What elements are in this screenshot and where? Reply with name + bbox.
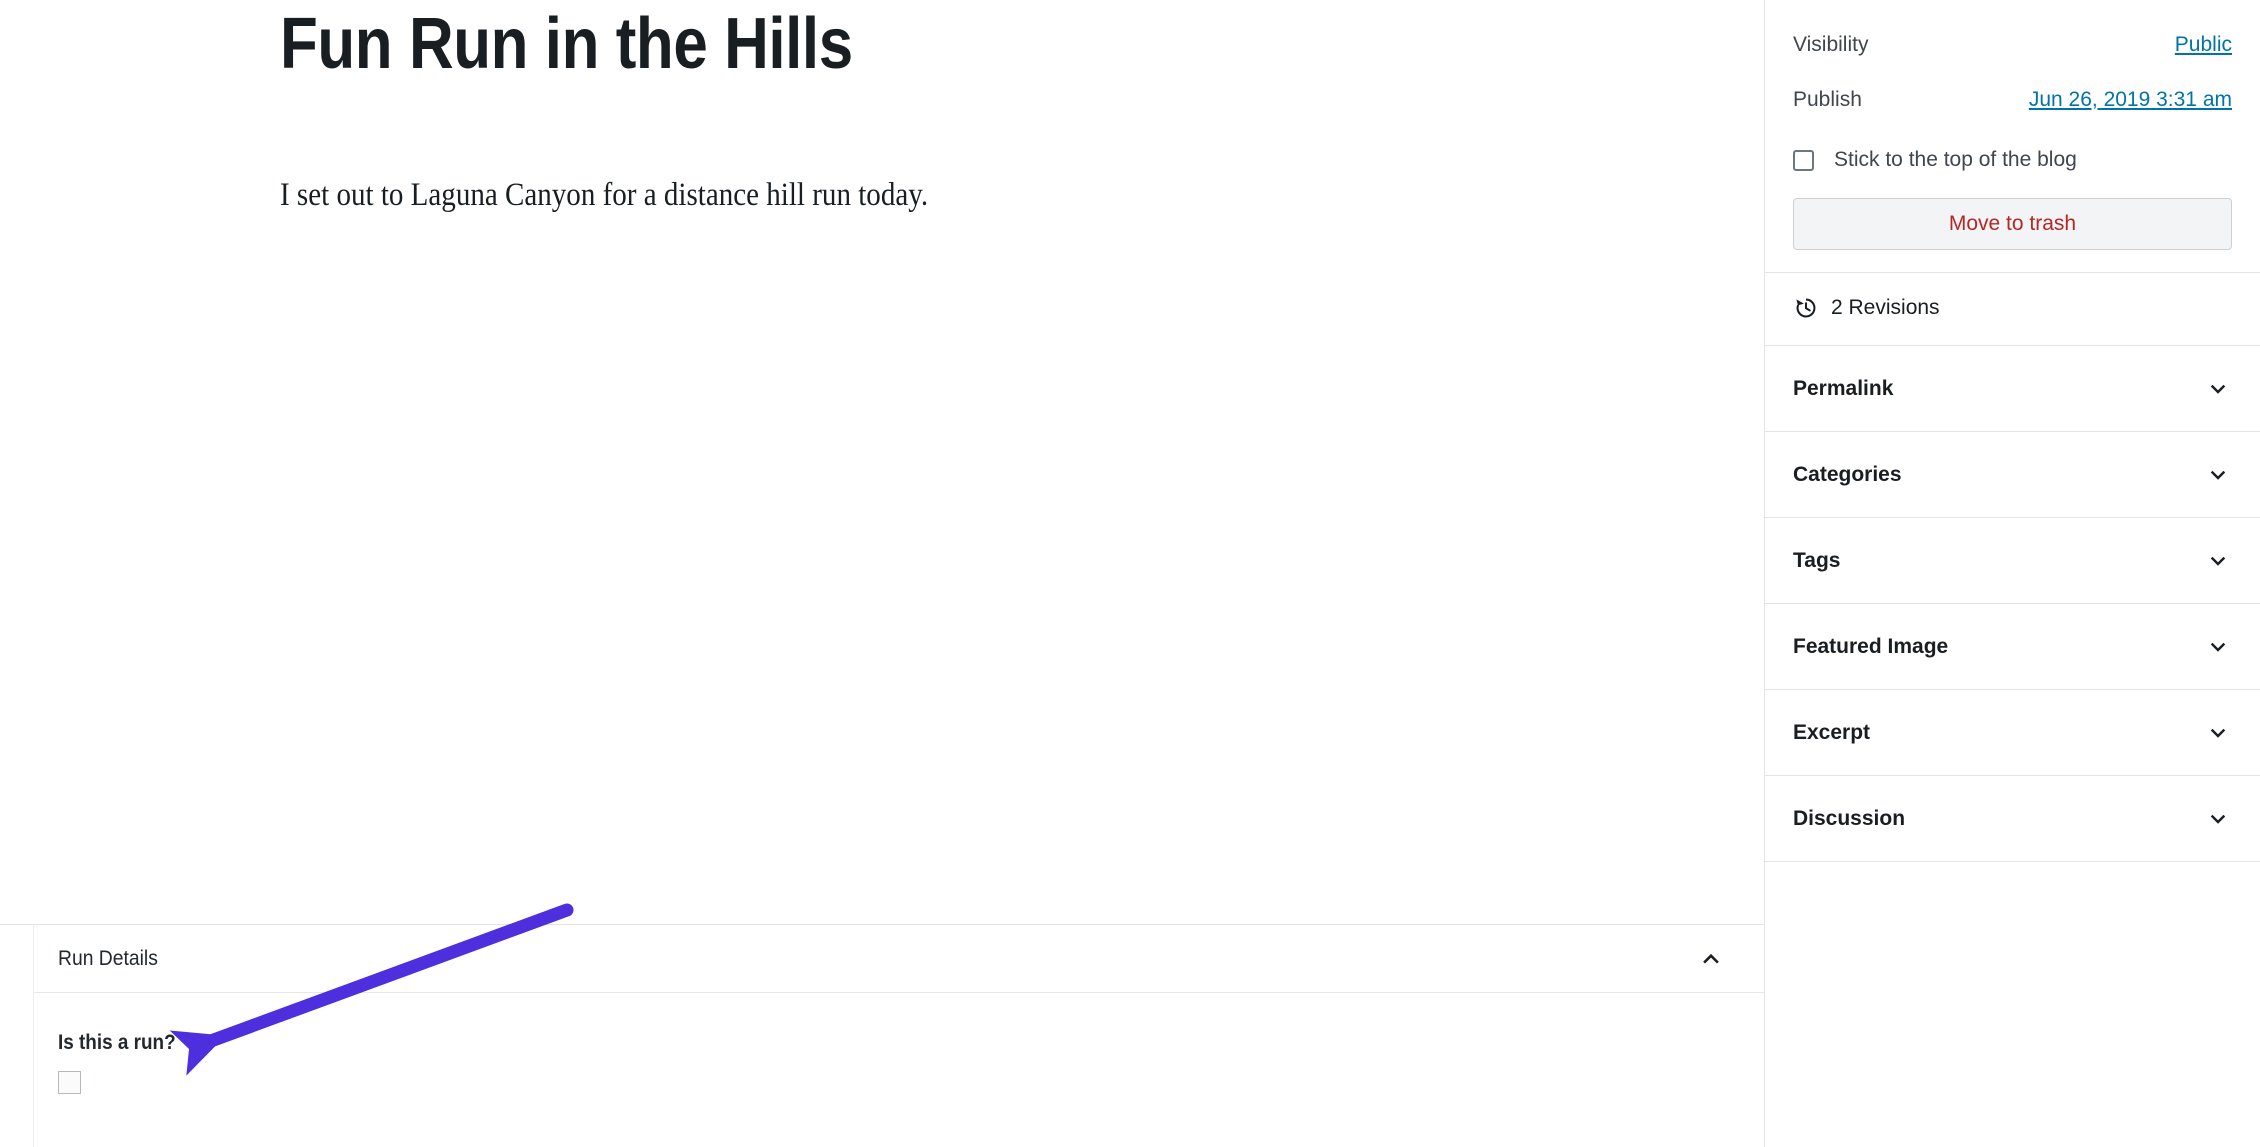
panel-featured-image[interactable]: Featured Image <box>1765 604 2260 691</box>
visibility-label: Visibility <box>1793 33 1869 56</box>
panel-permalink-label: Permalink <box>1793 376 1894 400</box>
post-title[interactable]: Fun Run in the Hills <box>280 7 853 81</box>
publish-date-button[interactable]: Jun 26, 2019 3:31 am <box>2029 88 2232 112</box>
status-and-visibility-section: Visibility Public Publish Jun 26, 2019 3… <box>1765 0 2260 274</box>
revisions-row[interactable]: 2 Revisions <box>1765 273 2260 347</box>
chevron-down-icon[interactable] <box>2206 807 2230 831</box>
post-canvas: Fun Run in the Hills I set out to Laguna… <box>0 0 1764 924</box>
panel-categories-label: Categories <box>1793 462 1902 486</box>
is-this-a-run-checkbox[interactable] <box>58 1071 81 1094</box>
post-editor-region: Fun Run in the Hills I set out to Laguna… <box>0 0 1765 1147</box>
chevron-up-icon[interactable] <box>1698 946 1724 972</box>
chevron-down-icon[interactable] <box>2206 721 2230 745</box>
chevron-down-icon[interactable] <box>2206 377 2230 401</box>
chevron-down-icon[interactable] <box>2206 549 2230 573</box>
panel-excerpt[interactable]: Excerpt <box>1765 690 2260 777</box>
chevron-down-icon[interactable] <box>2206 463 2230 487</box>
move-to-trash-button[interactable]: Move to trash <box>1793 198 2232 251</box>
publish-row: Publish Jun 26, 2019 3:31 am <box>1793 81 2232 119</box>
chevron-down-icon[interactable] <box>2206 635 2230 659</box>
is-this-a-run-label: Is this a run? <box>58 1031 176 1054</box>
backup-clock-icon <box>1793 295 1819 321</box>
stick-to-top-checkbox[interactable] <box>1793 149 1814 171</box>
panel-permalink[interactable]: Permalink <box>1765 346 2260 433</box>
metabox-header-run-details[interactable]: Run Details <box>34 925 1764 993</box>
panel-categories[interactable]: Categories <box>1765 432 2260 519</box>
meta-boxes-area: Run Details Is this a run? <box>0 924 1764 1147</box>
sticky-row[interactable]: Stick to the top of the blog <box>1793 148 2232 172</box>
sidebar-empty-space <box>1765 862 2260 1147</box>
panel-discussion[interactable]: Discussion <box>1765 776 2260 863</box>
visibility-row: Visibility Public <box>1793 26 2232 64</box>
metabox-body-run-details: Is this a run? <box>34 993 1764 1094</box>
document-settings-sidebar: Visibility Public Publish Jun 26, 2019 3… <box>1765 0 2260 1147</box>
panel-tags-label: Tags <box>1793 548 1841 572</box>
panel-tags[interactable]: Tags <box>1765 518 2260 605</box>
visibility-value-button[interactable]: Public <box>2175 33 2232 57</box>
stick-to-top-label: Stick to the top of the blog <box>1834 148 2077 171</box>
metabox-run-details: Run Details Is this a run? <box>33 925 1764 1147</box>
revisions-label: 2 Revisions <box>1831 296 1940 320</box>
post-paragraph-block[interactable]: I set out to Laguna Canyon for a distanc… <box>280 172 928 218</box>
publish-label: Publish <box>1793 88 1862 111</box>
panel-featured-image-label: Featured Image <box>1793 634 1949 658</box>
panel-excerpt-label: Excerpt <box>1793 720 1871 744</box>
metabox-title: Run Details <box>58 946 158 970</box>
panel-discussion-label: Discussion <box>1793 806 1906 830</box>
